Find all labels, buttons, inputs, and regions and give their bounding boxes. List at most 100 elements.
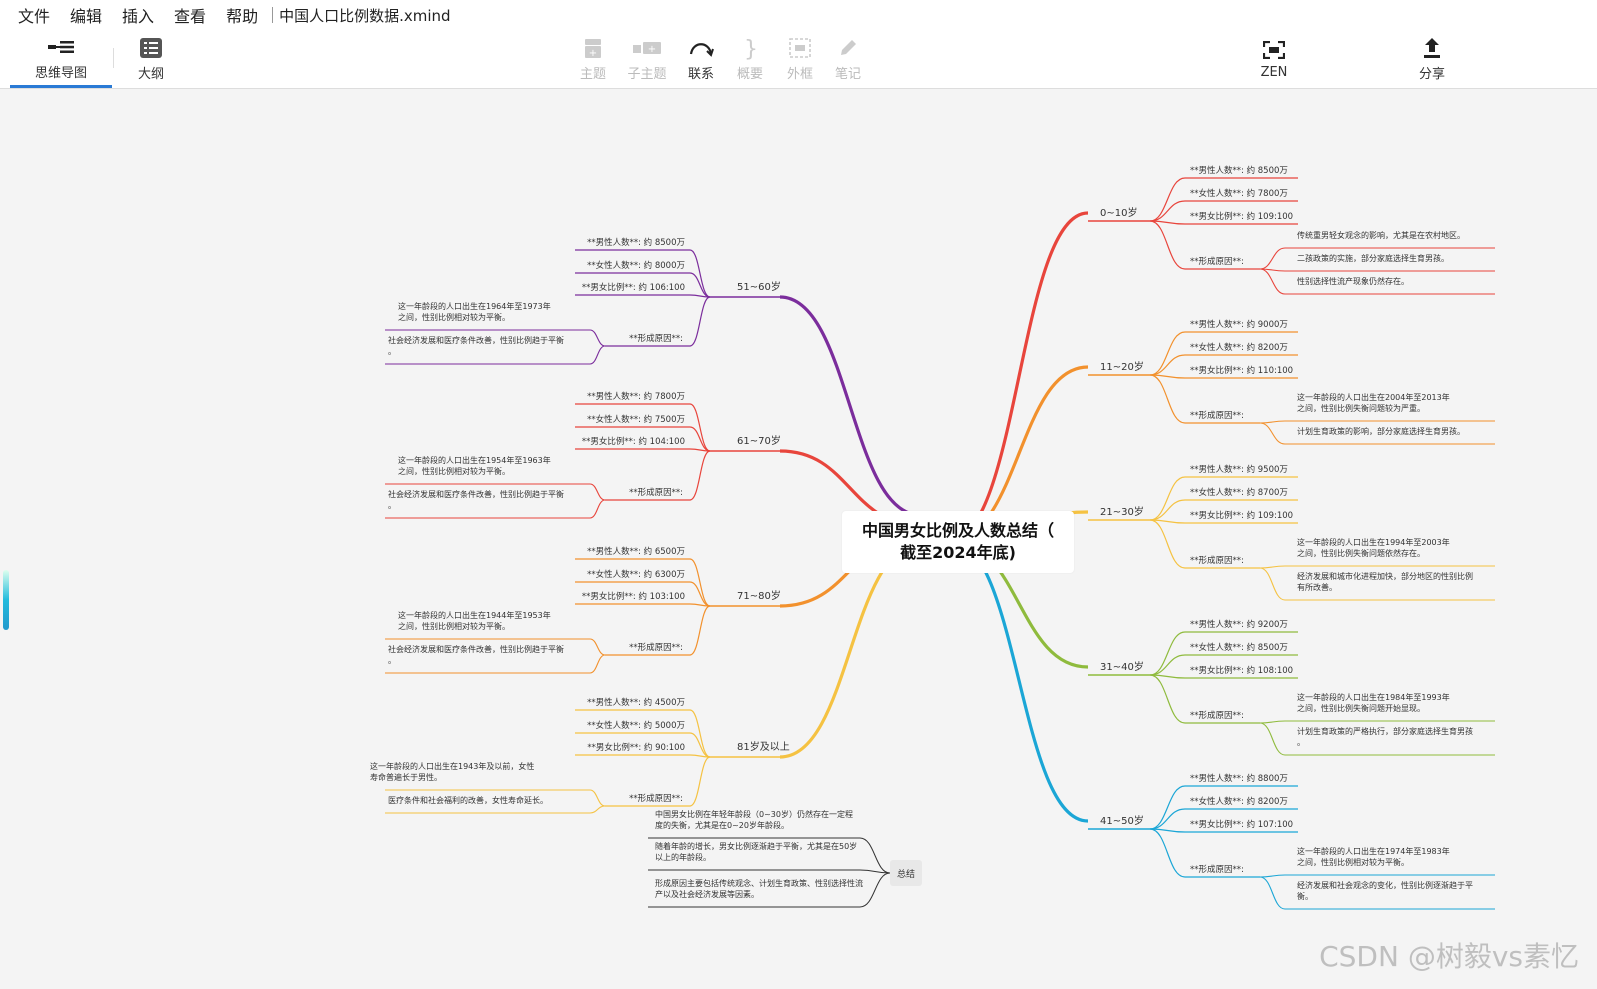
branch-label[interactable]: 21~30岁 (1100, 505, 1144, 518)
summary-item[interactable]: 度的失衡，尤其是在0~20岁年龄段。 (655, 820, 789, 830)
reason-text[interactable]: 寿命普遍长于男性。 (370, 772, 442, 782)
stat-node[interactable]: **女性人数**: 约 5000万 (587, 720, 685, 731)
reason-text[interactable]: 性别选择性流产现象仍然存在。 (1297, 276, 1409, 286)
stat-node[interactable]: **男性人数**: 约 8500万 (1190, 165, 1288, 176)
reason-text[interactable]: 。 (388, 501, 396, 510)
stat-node[interactable]: **女性人数**: 约 6300万 (587, 569, 685, 580)
summary-button[interactable]: } 概要 (730, 30, 770, 88)
stat-node[interactable]: **男性人数**: 约 9000万 (1190, 319, 1288, 330)
stat-node[interactable]: **男女比例**: 约 103:100 (582, 591, 685, 602)
reason-text[interactable]: 。 (388, 347, 396, 356)
subtopic-button[interactable]: + 子主题 (622, 30, 672, 88)
reason-text[interactable]: 社会经济发展和医疗条件改善，性别比例趋于平衡 (388, 489, 564, 499)
reason-text[interactable]: 之间，性别比例相对较为平衡。 (398, 466, 510, 476)
reason-text[interactable]: 社会经济发展和医疗条件改善，性别比例趋于平衡 (388, 335, 564, 345)
zen-button[interactable]: ZEN (1254, 30, 1294, 88)
summary-item[interactable]: 随着年龄的增长，男女比例逐渐趋于平衡，尤其是在50岁 (655, 841, 857, 851)
reason-header[interactable]: **形成原因**: (629, 333, 683, 344)
reason-text[interactable]: 经济发展和社会观念的变化，性别比例逐渐趋于平 (1297, 880, 1473, 890)
reason-text[interactable]: 这一年龄段的人口出生在2004年至2013年 (1297, 392, 1450, 402)
reason-header[interactable]: **形成原因**: (1190, 256, 1244, 267)
branch-label[interactable]: 71~80岁 (737, 589, 781, 602)
menu-edit[interactable]: 编辑 (70, 3, 102, 27)
summary-item[interactable]: 以上的年龄段。 (655, 852, 711, 862)
canvas-scroll-indicator[interactable] (3, 570, 9, 630)
tab-mindmap[interactable]: 思维导图 (10, 30, 112, 88)
stat-node[interactable]: **男女比例**: 约 104:100 (582, 436, 685, 447)
stat-node[interactable]: **女性人数**: 约 8200万 (1190, 342, 1288, 353)
reason-text[interactable]: 这一年龄段的人口出生在1984年至1993年 (1297, 692, 1450, 702)
summary-item[interactable]: 产以及社会经济发展等因素。 (655, 889, 759, 899)
stat-node[interactable]: **男性人数**: 约 8500万 (587, 237, 685, 248)
reason-header[interactable]: **形成原因**: (1190, 410, 1244, 421)
stat-node[interactable]: **男女比例**: 约 106:100 (582, 282, 685, 293)
stat-node[interactable]: **女性人数**: 约 8200万 (1190, 796, 1288, 807)
reason-text[interactable]: 计划生育政策的严格执行，部分家庭选择生育男孩 (1297, 726, 1473, 736)
note-button[interactable]: 笔记 (828, 30, 868, 88)
branch-label[interactable]: 0~10岁 (1100, 206, 1137, 219)
reason-text[interactable]: 这一年龄段的人口出生在1964年至1973年 (398, 301, 551, 311)
stat-node[interactable]: **男性人数**: 约 4500万 (587, 697, 685, 708)
reason-header[interactable]: **形成原因**: (629, 487, 683, 498)
stat-node[interactable]: **男女比例**: 约 108:100 (1190, 665, 1293, 676)
branch-label[interactable]: 51~60岁 (737, 280, 781, 293)
stat-node[interactable]: **女性人数**: 约 8500万 (1190, 642, 1288, 653)
topic-button[interactable]: + 主题 (572, 30, 614, 88)
stat-node[interactable]: **男性人数**: 约 9500万 (1190, 464, 1288, 475)
stat-node[interactable]: **女性人数**: 约 7800万 (1190, 188, 1288, 199)
reason-text[interactable]: 。 (388, 656, 396, 665)
summary-item[interactable]: 形成原因主要包括传统观念、计划生育政策、性别选择性流 (655, 878, 863, 888)
stat-node[interactable]: **男性人数**: 约 8800万 (1190, 773, 1288, 784)
reason-text[interactable]: 计划生育政策的影响，部分家庭选择生育男孩。 (1297, 426, 1465, 436)
branch-label[interactable]: 41~50岁 (1100, 814, 1144, 827)
stat-node[interactable]: **男女比例**: 约 109:100 (1190, 510, 1293, 521)
menu-file[interactable]: 文件 (18, 3, 50, 27)
summary-item[interactable]: 中国男女比例在年轻年龄段（0~30岁）仍然存在一定程 (655, 809, 853, 819)
branch-label[interactable]: 31~40岁 (1100, 660, 1144, 673)
reason-text[interactable]: 之间，性别比例相对较为平衡。 (398, 621, 510, 631)
branch-label[interactable]: 81岁及以上 (737, 740, 790, 753)
menu-help[interactable]: 帮助 (226, 3, 258, 27)
share-button[interactable]: 分享 (1412, 30, 1452, 88)
stat-node[interactable]: **男性人数**: 约 6500万 (587, 546, 685, 557)
branch-label[interactable]: 61~70岁 (737, 434, 781, 447)
reason-text[interactable]: 经济发展和城市化进程加快，部分地区的性别比例 (1297, 571, 1473, 581)
reason-header[interactable]: **形成原因**: (1190, 710, 1244, 721)
reason-text[interactable]: 医疗条件和社会福利的改善，女性寿命延长。 (388, 795, 548, 805)
reason-text[interactable]: 之间，性别比例相对较为平衡。 (1297, 857, 1409, 867)
reason-text[interactable]: 二孩政策的实施，部分家庭选择生育男孩。 (1297, 253, 1449, 263)
reason-text[interactable]: 有所改善。 (1297, 582, 1337, 592)
reason-header[interactable]: **形成原因**: (1190, 864, 1244, 875)
mindmap-canvas[interactable]: 0~10岁 **男性人数**: 约 8500万 **女性人数**: 约 7800万 *… (0, 89, 1597, 985)
reason-text[interactable]: 。 (1297, 738, 1305, 747)
stat-node[interactable]: **男性人数**: 约 7800万 (587, 391, 685, 402)
reason-header[interactable]: **形成原因**: (1190, 555, 1244, 566)
stat-node[interactable]: **男女比例**: 约 107:100 (1190, 819, 1293, 830)
branch-label[interactable]: 11~20岁 (1100, 360, 1144, 373)
reason-text[interactable]: 这一年龄段的人口出生在1994年至2003年 (1297, 537, 1450, 547)
stat-node[interactable]: **女性人数**: 约 8000万 (587, 260, 685, 271)
menu-insert[interactable]: 插入 (122, 3, 154, 27)
reason-text[interactable]: 传统重男轻女观念的影响，尤其是在农村地区。 (1297, 230, 1465, 240)
reason-text[interactable]: 社会经济发展和医疗条件改善，性别比例趋于平衡 (388, 644, 564, 654)
summary-label[interactable]: 总结 (897, 868, 915, 880)
stat-node[interactable]: **男性人数**: 约 9200万 (1190, 619, 1288, 630)
reason-text[interactable]: 之间，性别比例失衡问题较为严重。 (1297, 403, 1425, 413)
reason-text[interactable]: 这一年龄段的人口出生在1954年至1963年 (398, 455, 551, 465)
stat-node[interactable]: **男女比例**: 约 90:100 (587, 742, 685, 753)
reason-text[interactable]: 衡。 (1297, 891, 1313, 901)
reason-header[interactable]: **形成原因**: (629, 793, 683, 804)
reason-text[interactable]: 这一年龄段的人口出生在1974年至1983年 (1297, 846, 1450, 856)
reason-text[interactable]: 这一年龄段的人口出生在1944年至1953年 (398, 610, 551, 620)
relationship-button[interactable]: 联系 (680, 30, 722, 88)
stat-node[interactable]: **女性人数**: 约 8700万 (1190, 487, 1288, 498)
boundary-button[interactable]: 外框 (780, 30, 820, 88)
reason-text[interactable]: 之间，性别比例失衡问题依然存在。 (1297, 548, 1425, 558)
reason-header[interactable]: **形成原因**: (629, 642, 683, 653)
stat-node[interactable]: **女性人数**: 约 7500万 (587, 414, 685, 425)
tab-outline[interactable]: 大纲 (120, 30, 182, 88)
stat-node[interactable]: **男女比例**: 约 109:100 (1190, 211, 1293, 222)
reason-text[interactable]: 这一年龄段的人口出生在1943年及以前，女性 (370, 761, 534, 771)
central-topic[interactable]: 中国男女比例及人数总结（ 截至2024年底) (842, 511, 1074, 573)
reason-text[interactable]: 之间，性别比例相对较为平衡。 (398, 312, 510, 322)
